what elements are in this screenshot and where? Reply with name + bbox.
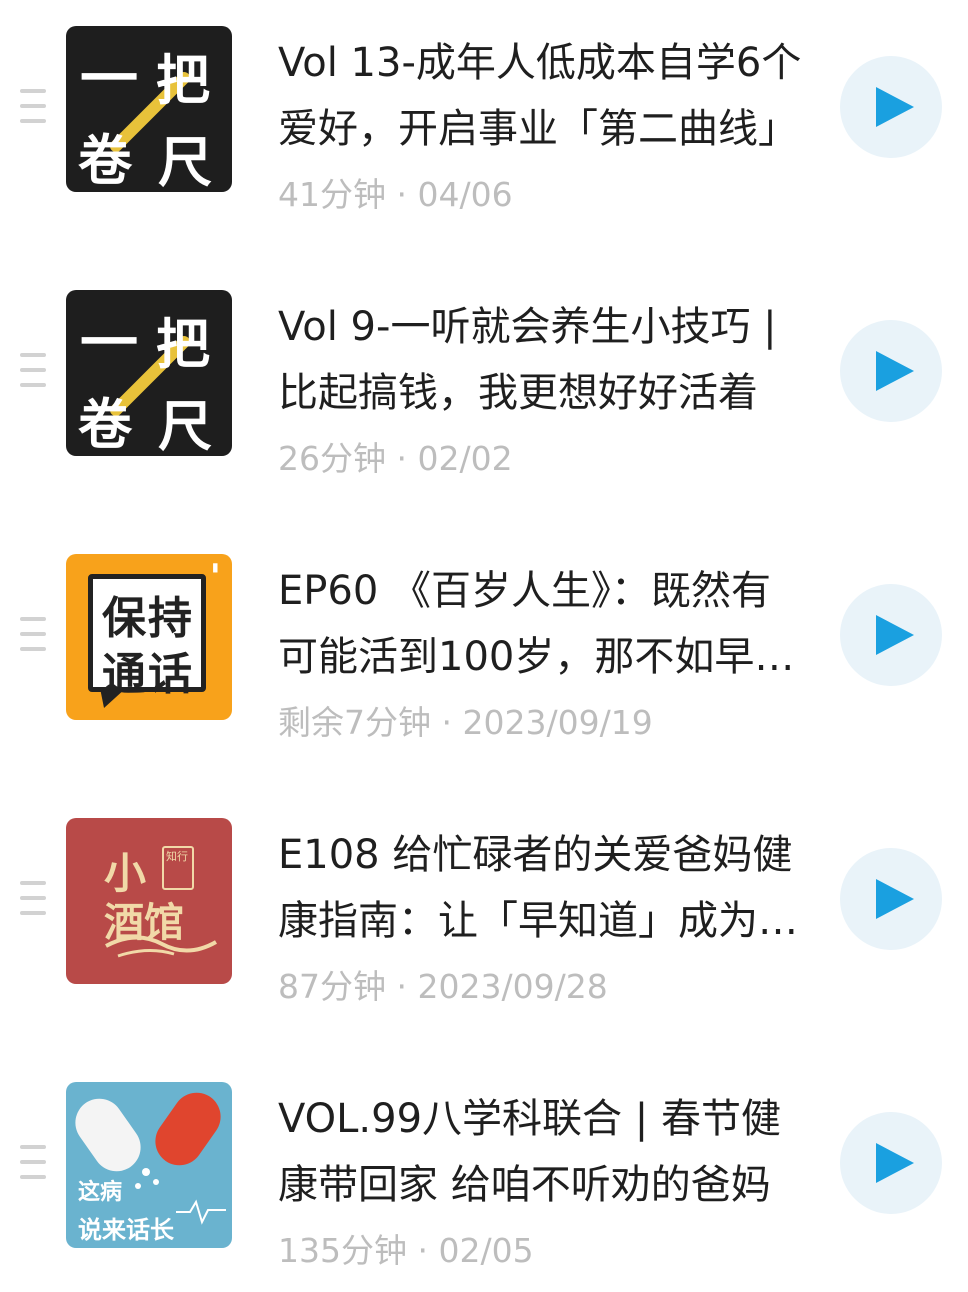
meta-separator: · [396,175,418,214]
episode-meta: 26分钟 · 02/02 [278,432,513,480]
play-icon [876,615,914,655]
drag-handle-icon[interactable] [20,89,46,129]
episode-title[interactable]: EP60 《百岁人生》：既然有可能活到100岁，那不如早做准备 [278,558,808,690]
episode-meta: 41分钟 · 04/06 [278,168,513,216]
episode-date: 04/06 [417,175,513,214]
episode-duration: 26分钟 [278,439,386,478]
cover-char: 卷 [78,129,132,192]
cover-line-2: 说来话长 [78,1216,174,1244]
podcast-cover: 保持 通话 ▮ [66,554,232,720]
podcast-cover: 小 知行 酒馆 [66,818,232,984]
play-button[interactable] [840,848,942,950]
play-icon [876,87,914,127]
signal-icon: ▮ [212,560,219,574]
podcast-cover: 这病 说来话长 [66,1082,232,1248]
episode-duration: 剩余7分钟 [278,703,431,742]
cover-char: 卷 [78,393,132,456]
episode-title[interactable]: VOL.99八学科联合 | 春节健康带回家 给咱不听劝的爸妈 [278,1086,808,1218]
episode-meta: 135分钟 · 02/05 [278,1224,534,1272]
cover-char: 把 [156,313,210,376]
episode-title[interactable]: E108 给忙碌者的关爱爸妈健康指南：让「早知道」成为现实 [278,822,808,954]
play-button[interactable] [840,584,942,686]
episode-date: 02/05 [438,1231,534,1270]
cover-char: 一 [80,309,139,377]
cover-char: 尺 [158,395,212,456]
episode-title[interactable]: Vol 13-成年人低成本自学6个爱好，开启事业「第二曲线」 [278,30,808,162]
cover-line-2: 通话 [102,649,194,700]
meta-separator: · [417,1231,439,1270]
list-item[interactable]: 一 把 卷 尺 Vol 13-成年人低成本自学6个爱好，开启事业「第二曲线」 4… [0,26,968,216]
episode-date: 2023/09/28 [417,967,608,1006]
episode-list: 一 把 卷 尺 Vol 13-成年人低成本自学6个爱好，开启事业「第二曲线」 4… [0,0,968,1292]
episode-date: 2023/09/19 [462,703,653,742]
mountain-wave-icon [105,935,217,958]
episode-date: 02/02 [417,439,513,478]
play-icon [876,351,914,391]
cover-char: 把 [156,49,210,112]
cover-char: 尺 [158,131,212,192]
podcast-cover: 一 把 卷 尺 [66,290,232,456]
episode-duration: 135分钟 [278,1231,407,1270]
meta-separator: · [441,703,463,742]
cover-line-1: 保持 [102,593,194,644]
episode-meta: 87分钟 · 2023/09/28 [278,960,608,1008]
list-item[interactable]: 保持 通话 ▮ EP60 《百岁人生》：既然有可能活到100岁，那不如早做准备 … [0,554,968,744]
play-icon [876,879,914,919]
list-item[interactable]: 一 把 卷 尺 Vol 9-一听就会养生小技巧 | 比起搞钱，我更想好好活着 2… [0,290,968,480]
play-button[interactable] [840,56,942,158]
episode-duration: 87分钟 [278,967,386,1006]
meta-separator: · [396,967,418,1006]
cover-line-1: 这病 [78,1180,123,1205]
play-icon [876,1143,914,1183]
drag-handle-icon[interactable] [20,353,46,393]
drag-handle-icon[interactable] [20,881,46,921]
drag-handle-icon[interactable] [20,1145,46,1185]
meta-separator: · [396,439,418,478]
play-button[interactable] [840,320,942,422]
podcast-cover: 一 把 卷 尺 [66,26,232,192]
episode-title[interactable]: Vol 9-一听就会养生小技巧 | 比起搞钱，我更想好好活着 [278,294,808,426]
episode-meta: 剩余7分钟 · 2023/09/19 [278,696,653,744]
list-item[interactable]: 小 知行 酒馆 E108 给忙碌者的关爱爸妈健康指南：让「早知道」成为现实 87… [0,818,968,1008]
play-button[interactable] [840,1112,942,1214]
drag-handle-icon[interactable] [20,617,46,657]
cover-char: 一 [80,45,139,113]
list-item[interactable]: 这病 说来话长 VOL.99八学科联合 | 春节健康带回家 给咱不听劝的爸妈 1… [0,1082,968,1272]
episode-duration: 41分钟 [278,175,386,214]
